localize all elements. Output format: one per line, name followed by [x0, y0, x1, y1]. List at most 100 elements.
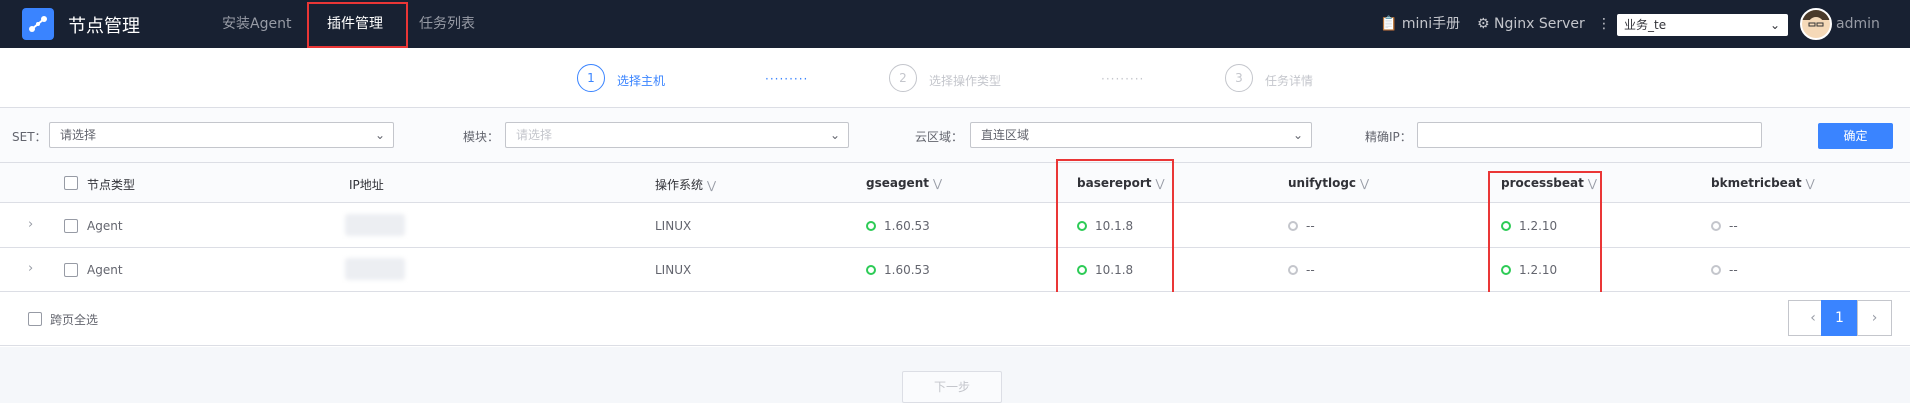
set-value: 请选择 — [60, 128, 97, 142]
table-footer: 跨页全选 ‹ 1 › — [0, 292, 1910, 346]
nav-task-list[interactable]: 任务列表 — [419, 0, 475, 48]
os-cell: LINUX — [655, 219, 692, 233]
basereport-highlight-box — [1056, 159, 1174, 294]
header-bkmetricbeat-label: bkmetricbeat — [1711, 176, 1802, 190]
page-number-button[interactable]: 1 — [1821, 300, 1858, 336]
chevron-down-icon: ⌄ — [374, 128, 385, 142]
status-running-icon — [866, 265, 876, 275]
next-page-button[interactable]: › — [1857, 300, 1892, 336]
status-none-icon — [1711, 265, 1721, 275]
exact-ip-input[interactable] — [1417, 122, 1762, 148]
header-os[interactable]: 操作系统 ⋁ — [655, 176, 716, 193]
server-link[interactable]: ⚙ Nginx Server — [1477, 0, 1585, 48]
unifytlogc-cell: -- — [1288, 219, 1315, 233]
row-checkbox[interactable] — [64, 219, 78, 233]
unifytlogc-version: -- — [1306, 219, 1315, 233]
manual-link[interactable]: 📋 mini手册 — [1380, 0, 1460, 48]
app-title: 节点管理 — [68, 16, 140, 37]
set-select[interactable]: 请选择 ⌄ — [49, 122, 394, 148]
app-logo-icon[interactable] — [22, 8, 54, 40]
manual-label: mini手册 — [1401, 16, 1461, 32]
header-os-label: 操作系统 — [655, 178, 704, 192]
gseagent-cell: 1.60.53 — [866, 263, 930, 277]
node-type-cell: Agent — [87, 219, 123, 233]
gseagent-version: 1.60.53 — [884, 219, 930, 233]
step-1-label: 选择主机 — [617, 74, 666, 88]
status-running-icon — [866, 221, 876, 231]
table-header: 节点类型 IP地址 操作系统 ⋁ gseagent ⋁ basereport ⋁ un… — [0, 163, 1910, 203]
status-none-icon — [1711, 221, 1721, 231]
unifytlogc-cell: -- — [1288, 263, 1315, 277]
avatar[interactable] — [1800, 8, 1832, 40]
filter-icon[interactable]: ⋁ — [1806, 177, 1815, 190]
step-connector: ········· — [1101, 72, 1145, 86]
bkmetricbeat-version: -- — [1729, 263, 1738, 277]
chevron-right-icon[interactable]: › — [28, 261, 33, 276]
module-select[interactable]: 请选择 ⌄ — [505, 122, 849, 148]
confirm-button[interactable]: 确定 — [1818, 123, 1893, 149]
business-select[interactable]: 业务_te ⌄ — [1617, 14, 1788, 36]
header-ip: IP地址 — [349, 178, 384, 192]
status-none-icon — [1288, 265, 1298, 275]
step-connector: ········· — [765, 72, 809, 86]
filter-icon[interactable]: ⋁ — [933, 177, 942, 190]
step-indicator: 1 选择主机 ········· 2 选择操作类型 ········· 3 任务… — [0, 48, 1910, 108]
bkmetricbeat-cell: -- — [1711, 219, 1738, 233]
nav-install-agent[interactable]: 安装Agent — [222, 0, 291, 48]
cloud-area-select[interactable]: 直连区域 ⌄ — [970, 122, 1312, 148]
module-label: 模块： — [463, 130, 500, 144]
filter-icon[interactable]: ⋁ — [707, 179, 716, 192]
cloud-area-label: 云区域： — [915, 130, 964, 144]
select-all-pages-checkbox[interactable] — [28, 312, 42, 326]
plugin-nav-highlight-box — [307, 2, 408, 48]
next-step-button[interactable]: 下一步 — [902, 371, 1002, 403]
ip-address-redacted — [345, 214, 405, 236]
chevron-left-icon: ‹ — [1810, 310, 1816, 326]
unifytlogc-version: -- — [1306, 263, 1315, 277]
bkmetricbeat-version: -- — [1729, 219, 1738, 233]
select-all-pages-label[interactable]: 跨页全选 — [50, 311, 98, 328]
more-icon[interactable]: ⋮ — [1597, 0, 1611, 48]
table-row[interactable]: › Agent LINUX 1.60.53 10.1.8 -- 1.2.10 -… — [0, 248, 1910, 292]
processbeat-highlight-box — [1488, 171, 1602, 294]
user-name[interactable]: admin — [1836, 0, 1880, 48]
chevron-right-icon[interactable]: › — [28, 217, 33, 232]
select-all-checkbox[interactable] — [64, 176, 78, 190]
header-unifytlogc[interactable]: unifytlogc ⋁ — [1288, 176, 1369, 190]
filter-bar: SET： 请选择 ⌄ 模块： 请选择 ⌄ 云区域： 直连区域 ⌄ 精确IP： 确… — [0, 108, 1910, 163]
clipboard-icon: 📋 — [1380, 16, 1398, 32]
step-2-label: 选择操作类型 — [929, 74, 1002, 88]
server-label: Nginx Server — [1494, 16, 1585, 32]
cloud-area-value: 直连区域 — [981, 128, 1030, 142]
status-none-icon — [1288, 221, 1298, 231]
top-navigation-bar: 节点管理 安装Agent 插件管理 任务列表 📋 mini手册 ⚙ Nginx … — [0, 0, 1910, 48]
gseagent-cell: 1.60.53 — [866, 219, 930, 233]
gear-icon: ⚙ — [1477, 16, 1490, 32]
chevron-down-icon: ⌄ — [1769, 18, 1780, 32]
header-node-type: 节点类型 — [87, 178, 136, 192]
chevron-down-icon: ⌄ — [829, 128, 840, 142]
step-2-circle: 2 — [889, 64, 917, 92]
header-unifytlogc-label: unifytlogc — [1288, 176, 1357, 190]
header-gseagent[interactable]: gseagent ⋁ — [866, 176, 942, 190]
bkmetricbeat-cell: -- — [1711, 263, 1738, 277]
exact-ip-label: 精确IP： — [1365, 130, 1412, 144]
business-value: 业务_te — [1624, 18, 1667, 32]
filter-icon[interactable]: ⋁ — [1360, 177, 1369, 190]
step-3-label: 任务详情 — [1265, 74, 1314, 88]
ip-address-redacted — [345, 258, 405, 280]
os-cell: LINUX — [655, 263, 692, 277]
gseagent-version: 1.60.53 — [884, 263, 930, 277]
step-3-circle: 3 — [1225, 64, 1253, 92]
chevron-down-icon: ⌄ — [1292, 128, 1303, 142]
module-placeholder: 请选择 — [516, 128, 553, 142]
node-type-cell: Agent — [87, 263, 123, 277]
step-1-circle: 1 — [577, 64, 605, 92]
chevron-right-icon: › — [1871, 310, 1878, 326]
bottom-action-area: 下一步 — [0, 347, 1910, 403]
row-checkbox[interactable] — [64, 263, 78, 277]
header-bkmetricbeat[interactable]: bkmetricbeat ⋁ — [1711, 176, 1815, 190]
set-label: SET： — [12, 130, 47, 144]
header-gseagent-label: gseagent — [866, 176, 929, 190]
table-row[interactable]: › Agent LINUX 1.60.53 10.1.8 -- 1.2.10 -… — [0, 204, 1910, 248]
